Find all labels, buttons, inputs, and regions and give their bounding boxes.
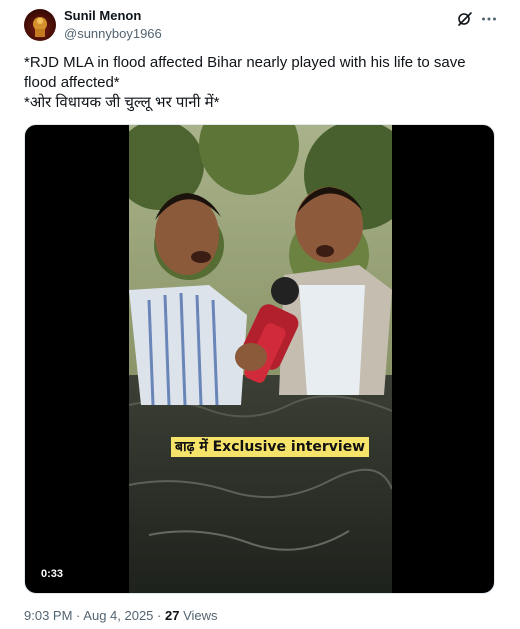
tweet-text: *RJD MLA in flood affected Bihar nearly … — [24, 54, 466, 111]
tweet-card: Sunil Menon @sunnyboy1966 *RJD MLA in fl… — [0, 0, 520, 629]
more-horizontal-icon[interactable] — [480, 10, 498, 28]
avatar[interactable] — [24, 9, 56, 41]
tweet-meta: 9:03 PM · Aug 4, 2025 · 27 Views — [24, 608, 218, 623]
avatar-figure — [33, 17, 47, 37]
video-player[interactable]: बाढ़ में Exclusive interview 0:33 — [24, 124, 495, 594]
video-caption: बाढ़ में Exclusive interview — [171, 437, 370, 457]
meta-separator: · — [157, 608, 162, 623]
grok-icon[interactable] — [456, 10, 474, 28]
author-handle[interactable]: @sunnyboy1966 — [64, 26, 162, 41]
video-scene — [129, 125, 392, 593]
tweet-time[interactable]: 9:03 PM — [24, 608, 72, 623]
author-name[interactable]: Sunil Menon — [64, 8, 141, 23]
tweet-date[interactable]: Aug 4, 2025 — [83, 608, 153, 623]
views-count[interactable]: 27 — [165, 608, 179, 623]
video-duration: 0:33 — [35, 565, 70, 583]
meta-separator: · — [76, 608, 81, 623]
video-frame — [129, 125, 392, 593]
views-label: Views — [183, 608, 218, 623]
